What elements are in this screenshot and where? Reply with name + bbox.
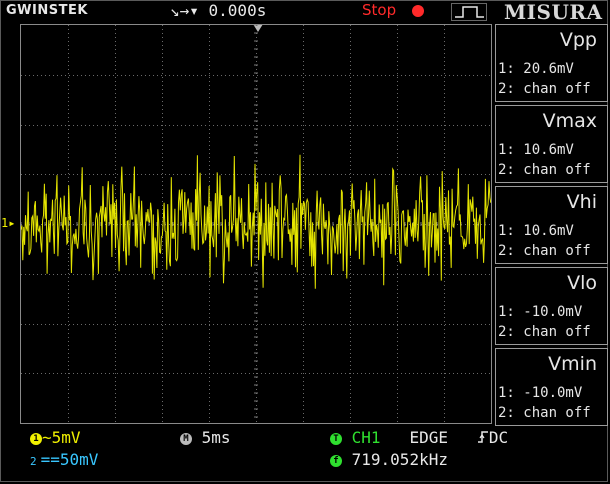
measurement-title: Vmin [548, 353, 597, 375]
run-state-label: Stop [362, 1, 397, 19]
trigger-level-icon [451, 3, 487, 21]
measurement-title: Vmax [542, 110, 597, 132]
measurement-vhi[interactable]: Vhi 1: 10.6mV 2: chan off [495, 186, 608, 264]
ch1-ground-marker[interactable]: 1▸ [1, 216, 15, 230]
measurement-ch2-value: 2: chan off [498, 405, 591, 421]
frequency-value: 719.052kHz [351, 450, 448, 469]
brand-logo: GWINSTEK [6, 3, 88, 18]
trigger-delay-readout: ↘→▾ 0.000s [170, 1, 267, 20]
ch1-badge-icon: 1 [30, 433, 42, 445]
timebase-value: 5ms [201, 428, 231, 447]
bottom-status-bar: 1 ~5mV 2 ==50mV M 5ms T CH1 EDGE DC f 719.… [0, 426, 610, 484]
stop-indicator-icon [412, 5, 424, 17]
trigger-badge: T [330, 433, 342, 445]
ch2-scale-readout[interactable]: 2 ==50mV [30, 450, 98, 469]
ch1-scale-readout[interactable]: 1 ~5mV [30, 428, 81, 447]
measurement-ch1-value: 1: -10.0mV [498, 304, 583, 320]
rising-edge-icon [477, 431, 488, 443]
trigger-source: CH1 [351, 428, 381, 447]
frequency-readout: f 719.052kHz [330, 450, 448, 469]
measurement-ch2-value: 2: chan off [498, 162, 591, 178]
ch2-scale-value: ==50mV [40, 450, 99, 469]
measurement-ch2-value: 2: chan off [498, 243, 591, 259]
measurement-title: Vhi [566, 191, 597, 213]
trigger-coupling: DC [488, 428, 509, 447]
measurement-ch1-value: 1: 10.6mV [498, 223, 574, 239]
ch1-waveform-trace [21, 154, 491, 289]
ch1-scale-value: ~5mV [42, 428, 81, 447]
measurement-panel-title: MISURA [504, 0, 603, 24]
top-status-bar: GWINSTEK ↘→▾ 0.000s Stop MISURA [0, 0, 610, 24]
measurement-vmax[interactable]: Vmax 1: 10.6mV 2: chan off [495, 105, 608, 183]
measurement-ch1-value: 1: 20.6mV [498, 61, 574, 77]
trigger-readout[interactable]: T CH1 EDGE DC [330, 428, 508, 447]
measurement-ch2-value: 2: chan off [498, 324, 591, 340]
measurement-vlo[interactable]: Vlo 1: -10.0mV 2: chan off [495, 267, 608, 345]
waveform-display [20, 24, 492, 424]
measurement-panel: Vpp 1: 20.6mV 2: chan off Vmax 1: 10.6mV… [495, 24, 608, 426]
measurement-ch1-value: 1: 10.6mV [498, 142, 574, 158]
trigger-type: EDGE [409, 428, 448, 447]
frequency-badge: f [330, 455, 342, 467]
measurement-vpp[interactable]: Vpp 1: 20.6mV 2: chan off [495, 24, 608, 102]
measurement-title: Vpp [559, 29, 597, 51]
measurement-vmin[interactable]: Vmin 1: -10.0mV 2: chan off [495, 348, 608, 426]
timebase-badge: M [180, 433, 192, 445]
measurement-title: Vlo [567, 272, 597, 294]
ch2-badge: 2 [30, 455, 37, 468]
measurement-ch1-value: 1: -10.0mV [498, 385, 583, 401]
graticule [21, 25, 491, 422]
measurement-ch2-value: 2: chan off [498, 81, 591, 97]
timebase-readout[interactable]: M 5ms [180, 428, 231, 447]
